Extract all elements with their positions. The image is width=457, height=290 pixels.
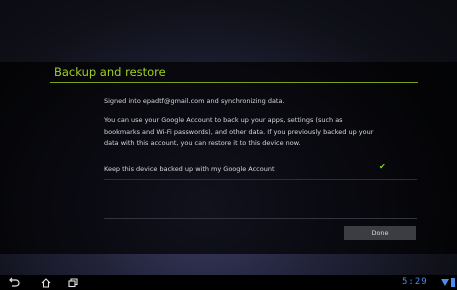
bottom-divider xyxy=(104,218,417,219)
recent-apps-icon[interactable] xyxy=(67,277,79,288)
back-icon[interactable] xyxy=(8,277,20,288)
backup-description: You can use your Google Account to back … xyxy=(104,116,374,147)
backup-checkbox[interactable]: ✔ xyxy=(379,162,386,172)
signed-in-text: Signed into epadtf@gmail.com and synchro… xyxy=(104,97,285,105)
status-icons xyxy=(441,278,455,287)
wifi-icon xyxy=(441,279,449,286)
battery-icon xyxy=(451,278,455,287)
title-divider xyxy=(50,82,418,83)
done-button[interactable]: Done xyxy=(344,226,416,240)
home-icon[interactable] xyxy=(40,277,52,288)
status-clock: 5:29 xyxy=(402,277,428,287)
option-divider xyxy=(104,179,417,180)
page-title: Backup and restore xyxy=(54,65,166,79)
backup-option-label[interactable]: Keep this device backed up with my Googl… xyxy=(104,164,275,176)
